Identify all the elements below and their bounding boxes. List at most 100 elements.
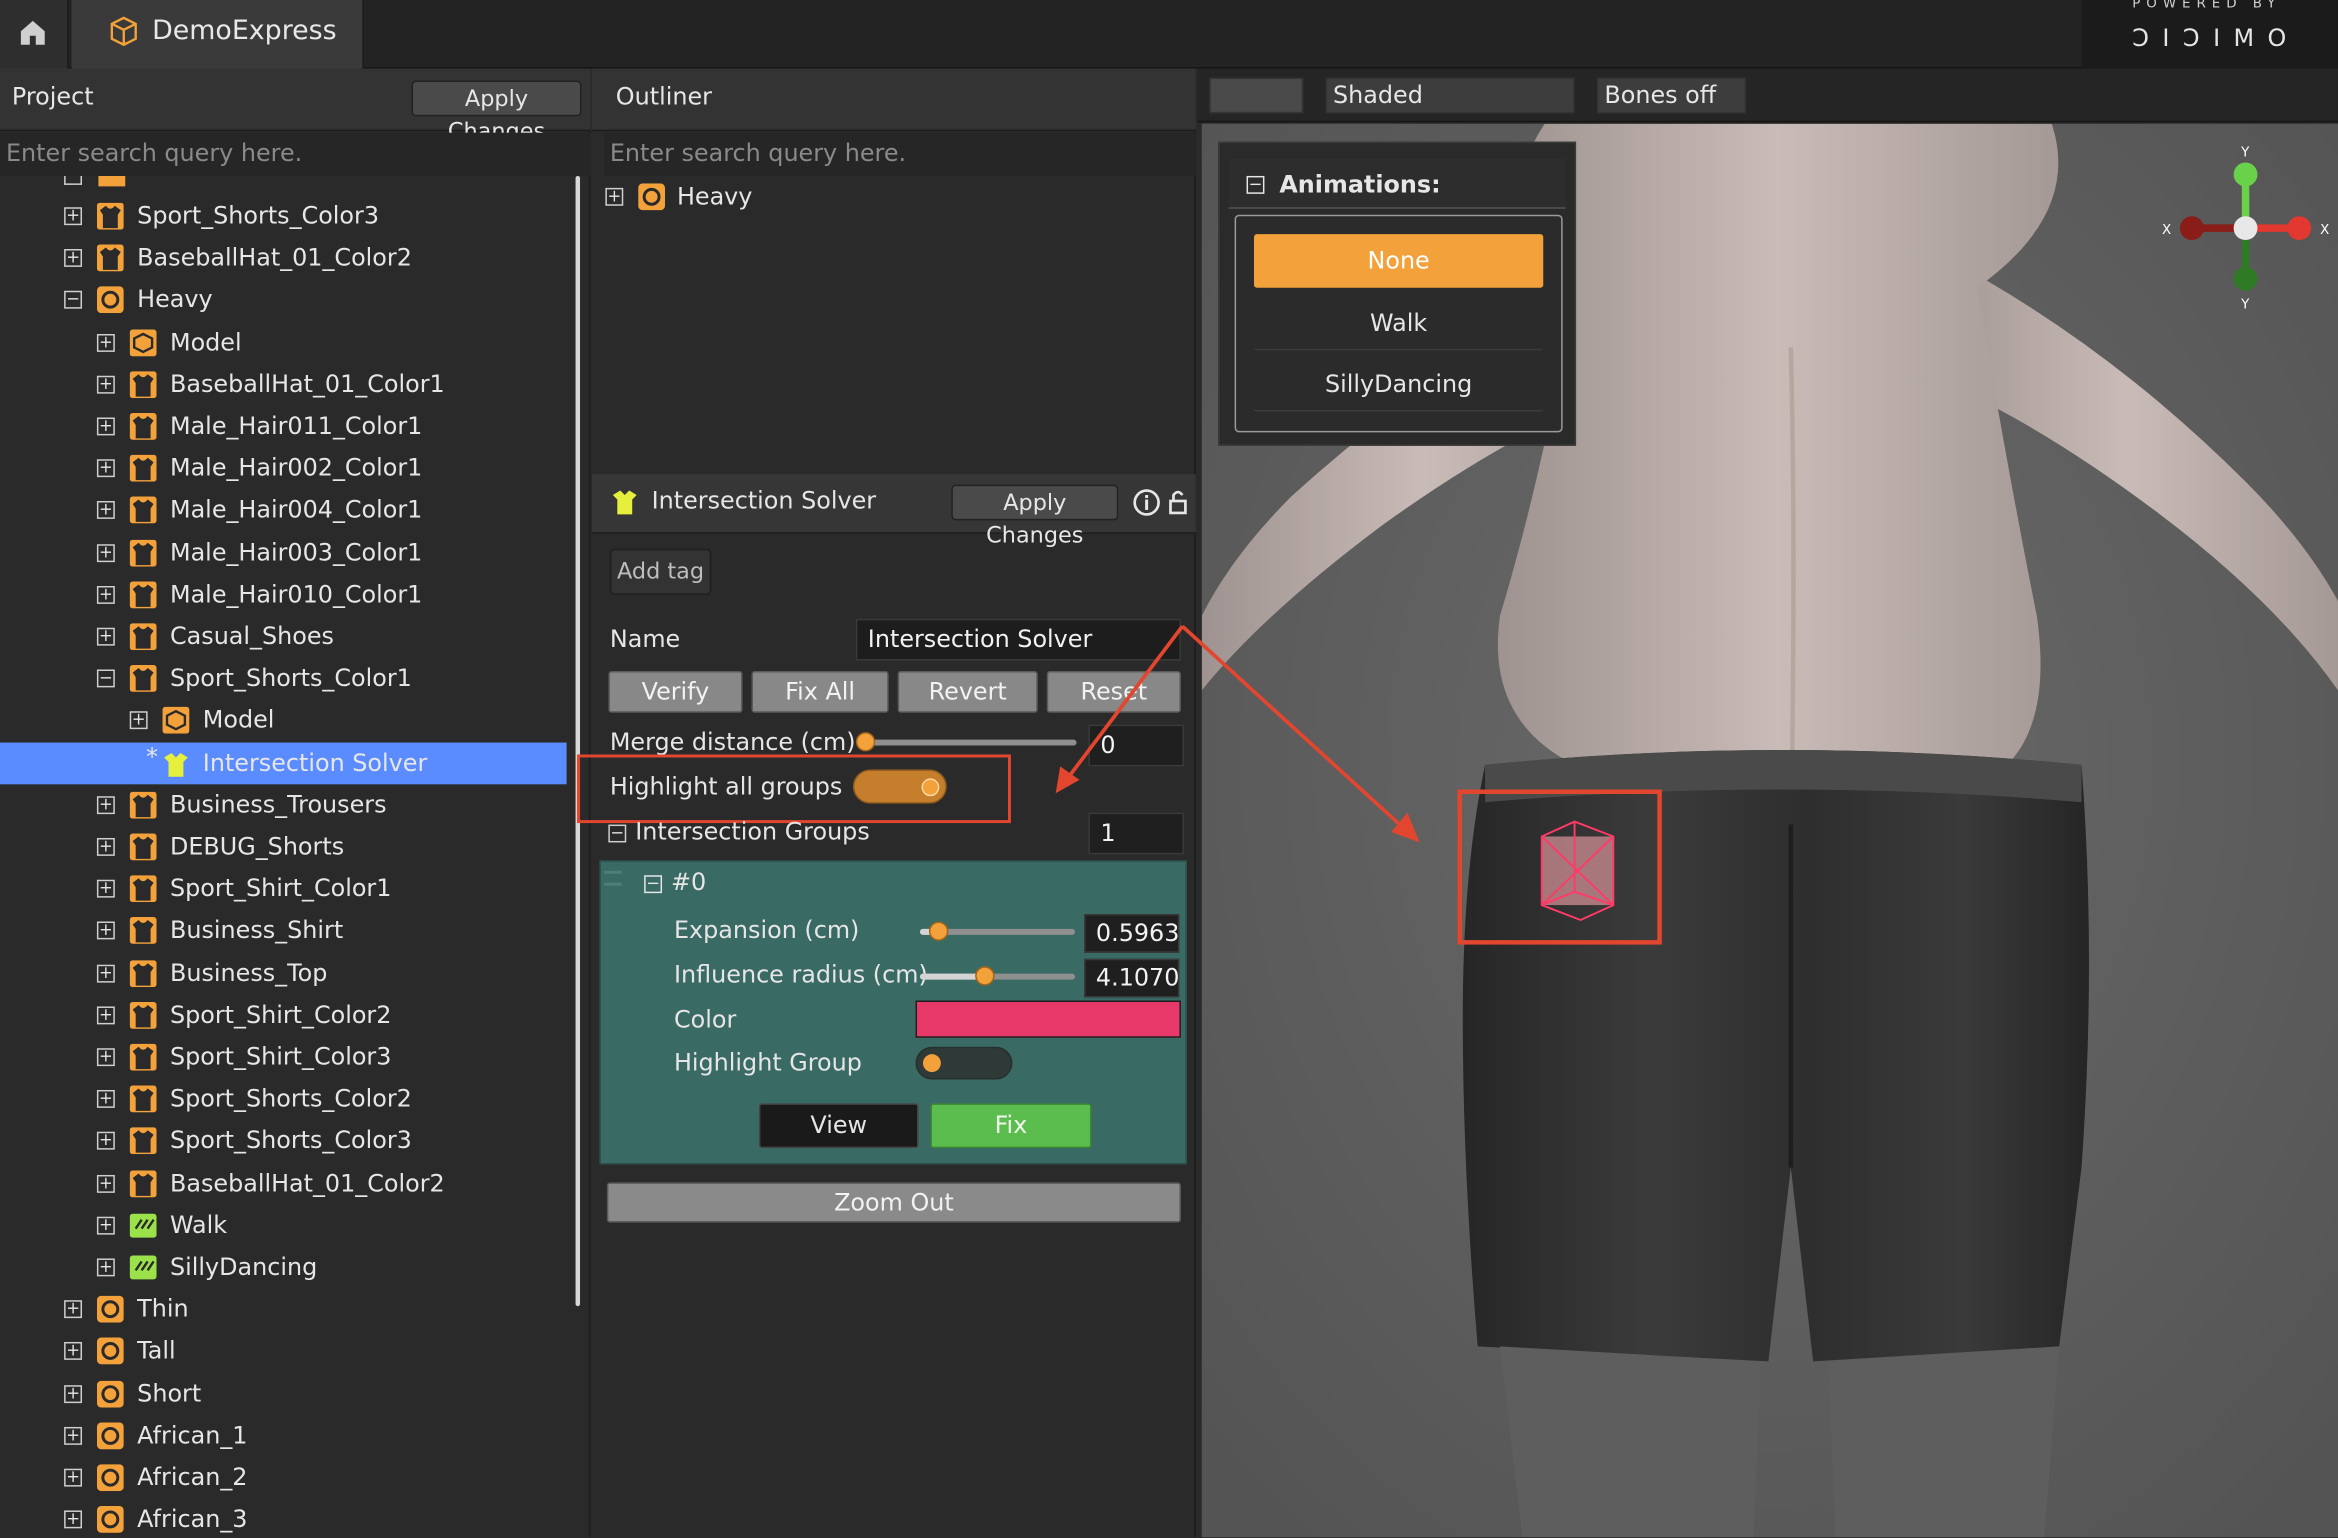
axis-gizmo[interactable]: Y Y X X (2156, 142, 2335, 309)
outliner-search-input[interactable]: Enter search query here. (603, 132, 1196, 176)
highlight-group-toggle[interactable] (915, 1046, 1013, 1080)
slider-knob[interactable] (929, 921, 950, 941)
expand-icon[interactable]: + (96, 585, 115, 604)
collapse-icon[interactable]: − (64, 291, 83, 310)
fix-all-button[interactable]: Fix All (751, 670, 889, 713)
expand-icon[interactable]: + (96, 501, 115, 520)
expand-icon[interactable]: + (64, 1300, 83, 1319)
expand-icon[interactable]: + (96, 375, 115, 394)
expand-icon[interactable]: + (96, 838, 115, 856)
animation-option[interactable]: SillyDancing (1253, 357, 1544, 412)
expand-icon[interactable]: + (96, 1174, 115, 1193)
tree-item[interactable]: + Tall (0, 1331, 567, 1373)
revert-button[interactable]: Revert (897, 670, 1038, 713)
tree-item[interactable]: * Intersection Solver (0, 741, 567, 784)
tree-item[interactable]: + Short (0, 1373, 567, 1415)
tree-item[interactable]: + SillyDancing (0, 1247, 567, 1289)
slider-knob[interactable] (855, 732, 876, 752)
view-button[interactable]: View (758, 1103, 919, 1149)
tree-item[interactable]: + African_1 (0, 1415, 567, 1457)
expand-icon[interactable]: + (605, 187, 624, 206)
tree-item[interactable]: − Heavy (0, 279, 567, 321)
influence-radius-field[interactable]: 4.1070 (1084, 958, 1180, 998)
tree-item[interactable]: + Business_Top (0, 952, 567, 994)
merge-distance-field[interactable]: 0 (1088, 724, 1184, 767)
group-color-swatch[interactable] (915, 1000, 1181, 1038)
expand-icon[interactable]: + (64, 207, 83, 226)
expand-icon[interactable]: + (64, 1384, 83, 1403)
tree-item[interactable]: + Model (0, 321, 567, 363)
expand-icon[interactable]: + (96, 1216, 115, 1235)
fix-button[interactable]: Fix (930, 1103, 1092, 1149)
tree-item[interactable]: + Male_Hair010_Color1 (0, 574, 567, 616)
home-button[interactable] (0, 0, 69, 69)
collapse-icon[interactable]: − (96, 670, 115, 688)
expand-icon[interactable]: + (96, 333, 115, 352)
tree-item[interactable]: − Sport_Shorts_Color1 (0, 658, 567, 700)
expand-icon[interactable]: + (96, 964, 115, 983)
tree-item[interactable]: + Casual_Shoes (0, 616, 567, 658)
tab-demoexpress[interactable]: DemoExpress (71, 0, 364, 69)
expand-icon[interactable]: + (64, 1511, 83, 1529)
expand-icon[interactable]: + (96, 459, 115, 478)
info-icon[interactable] (1132, 488, 1162, 518)
inspector-apply-button[interactable]: Apply Changes (951, 484, 1119, 549)
tree-item[interactable]: + Business_Trousers (0, 784, 567, 826)
tree-item[interactable]: + Business_Shirt (0, 910, 567, 952)
tree-item[interactable]: + BaseballHat_01_Color1 (0, 364, 567, 406)
influence-radius-slider[interactable] (917, 963, 1076, 990)
collapse-icon[interactable]: − (608, 824, 627, 843)
shading-dropdown[interactable]: Shaded (1325, 77, 1575, 114)
tree-item[interactable]: + Thin (0, 1289, 567, 1331)
tree-item[interactable]: + Sport_Shorts_Color3 (0, 1120, 567, 1162)
verify-button[interactable]: Verify (608, 670, 743, 713)
expand-icon[interactable]: + (96, 1258, 115, 1277)
tree-item[interactable]: + Model (0, 700, 567, 742)
expansion-field[interactable]: 0.5963 (1084, 914, 1180, 953)
tree-item[interactable]: + DEBUG_Shorts (0, 826, 567, 868)
intersection-groups-count[interactable]: 1 (1088, 812, 1184, 855)
project-search-input[interactable]: Enter search query here. (0, 132, 591, 176)
expand-icon[interactable]: + (96, 922, 115, 940)
tree-item[interactable]: + Sport_Shirt_Color3 (0, 1036, 567, 1078)
expand-icon[interactable]: + (64, 249, 83, 268)
tree-item[interactable]: + African_3 (0, 1499, 567, 1537)
animation-option[interactable]: None (1253, 234, 1544, 288)
tree-item[interactable]: + BaseballHat_01_Color2 (0, 1162, 567, 1204)
expand-icon[interactable]: + (96, 544, 115, 562)
zoom-out-button[interactable]: Zoom Out (606, 1182, 1181, 1223)
expand-icon[interactable]: + (64, 1427, 83, 1445)
tree-item[interactable]: + Male_Hair003_Color1 (0, 532, 567, 574)
animation-option[interactable]: Walk (1253, 295, 1544, 350)
reset-button[interactable]: Reset (1046, 670, 1181, 713)
tree-item[interactable]: + Male_Hair002_Color1 (0, 448, 567, 490)
name-field[interactable]: Intersection Solver (855, 618, 1181, 661)
expand-icon[interactable]: + (96, 1090, 115, 1109)
expand-icon[interactable]: + (96, 1132, 115, 1151)
group-collapse-icon[interactable]: − (644, 875, 663, 894)
expand-icon[interactable]: + (64, 1469, 83, 1487)
tree-item[interactable]: + Sport_Shorts_Color3 (0, 195, 567, 237)
tree-item[interactable]: + BaseballHat_01_Color2 (0, 237, 567, 279)
expansion-slider[interactable] (917, 918, 1076, 945)
outliner-item[interactable]: + Heavy (592, 176, 1196, 218)
viewport-camera-dropdown[interactable] (1209, 77, 1304, 114)
expand-icon[interactable]: + (96, 628, 115, 646)
expand-icon[interactable]: + (96, 880, 115, 898)
tree-item[interactable]: + Male_Hair011_Color1 (0, 406, 567, 448)
expand-icon[interactable]: + (96, 796, 115, 814)
expand-icon[interactable]: + (96, 417, 115, 436)
drag-handle-icon[interactable] (603, 870, 622, 886)
collapse-icon[interactable]: − (1246, 175, 1265, 194)
project-apply-button[interactable]: Apply Changes (411, 80, 582, 145)
expand-icon[interactable]: + (96, 1006, 115, 1025)
tree-item[interactable]: + Male_Hair004_Color1 (0, 490, 567, 532)
tree-item[interactable]: + Walk (0, 1204, 567, 1246)
expand-icon[interactable]: + (64, 1343, 83, 1361)
tree-item[interactable]: + Sport_Shorts_Color2 (0, 1078, 567, 1120)
slider-knob[interactable] (974, 966, 994, 986)
tree-item[interactable]: + African_2 (0, 1457, 567, 1499)
tree-item[interactable]: + Sport_Shirt_Color1 (0, 868, 567, 910)
expand-icon[interactable]: + (129, 712, 148, 730)
lock-icon[interactable] (1168, 488, 1189, 518)
